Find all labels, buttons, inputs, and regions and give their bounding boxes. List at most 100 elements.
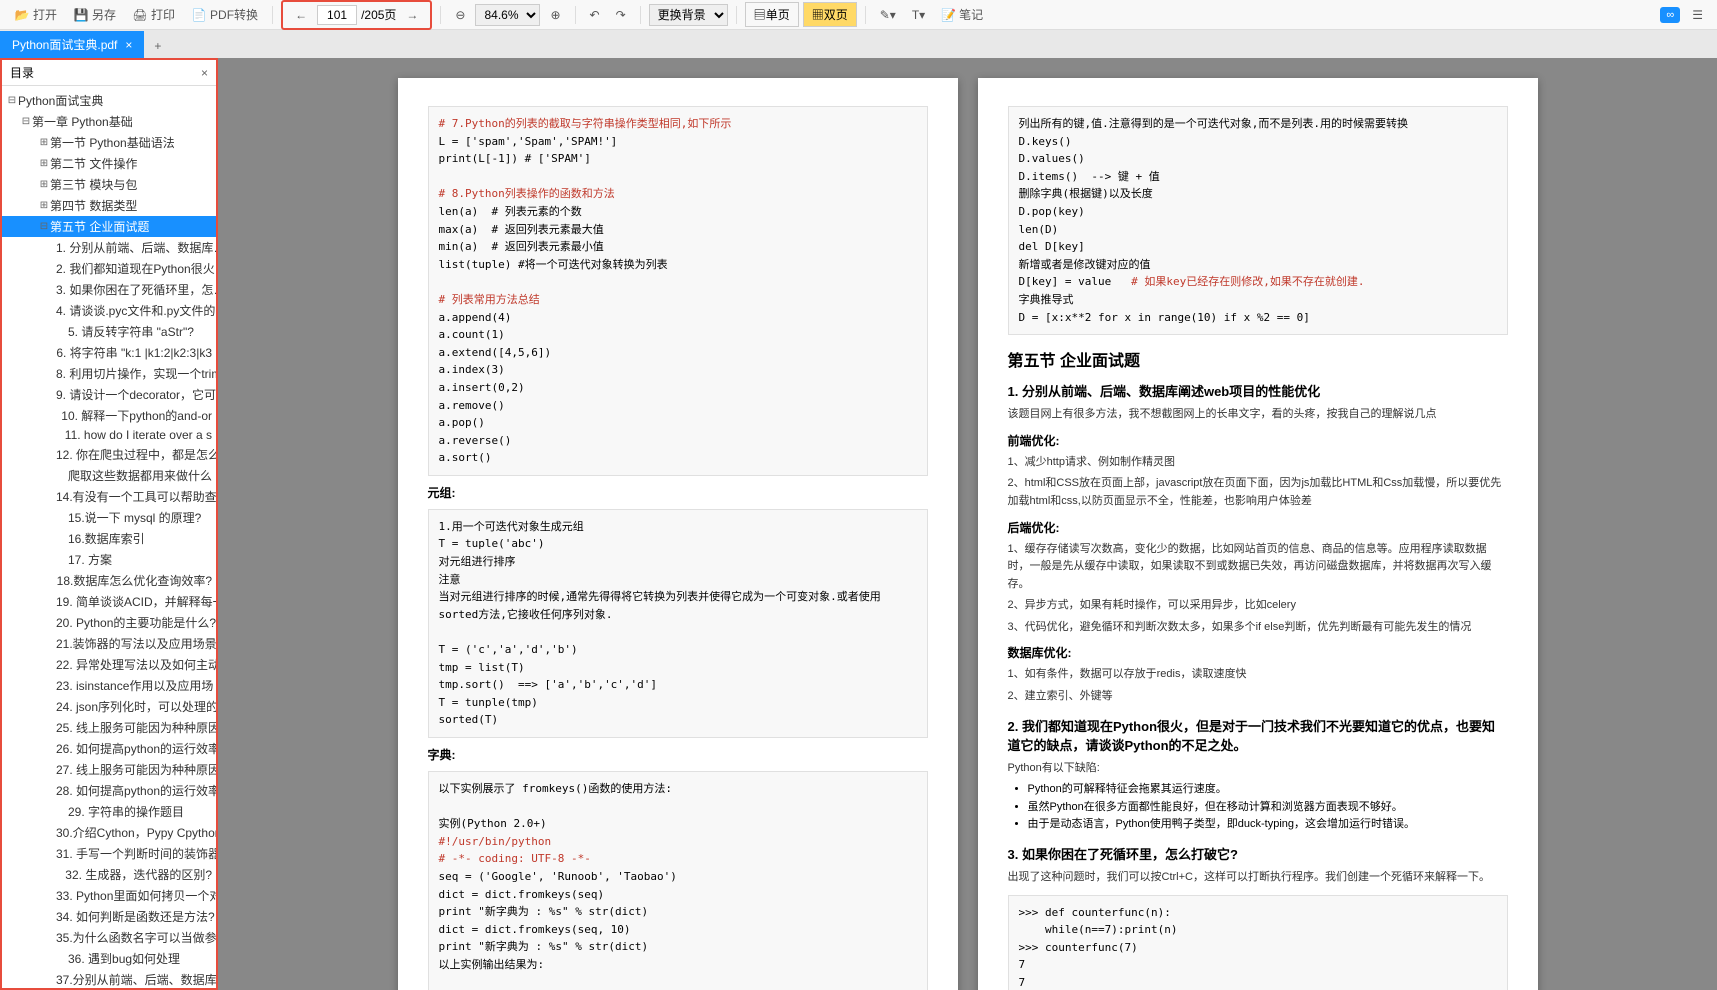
toc-item-label: 爬取这些数据都用来做什么 xyxy=(68,467,212,484)
double-page-button[interactable]: ▦双页 xyxy=(803,2,857,27)
double-page-icon: ▦ xyxy=(812,8,824,22)
toc-item[interactable]: 36. 遇到bug如何处理 xyxy=(2,948,216,969)
toc-item[interactable]: 24. json序列化时，可以处理的 xyxy=(2,696,216,717)
toc-item[interactable]: 8. 利用切片操作，实现一个trim xyxy=(2,363,216,384)
toc-item[interactable]: 28. 如何提高python的运行效率 xyxy=(2,780,216,801)
page-number-input[interactable] xyxy=(317,5,357,25)
toc-item[interactable]: 29. 字符串的操作题目 xyxy=(2,801,216,822)
document-viewer[interactable]: # 7.Python的列表的截取与字符串操作类型相同,如下所示 L = ['sp… xyxy=(218,58,1717,990)
pdf-icon: 📄 xyxy=(191,7,207,23)
text-tool-button[interactable]: T▾ xyxy=(906,4,931,26)
toc-item[interactable]: 37.分别从前端、后端、数据库 xyxy=(2,969,216,988)
toc-item[interactable]: ⊟第五节 企业面试题 xyxy=(2,216,216,237)
toc-item[interactable]: 11. how do I iterate over a s xyxy=(2,426,216,444)
toc-item-label: 第五节 企业面试题 xyxy=(50,218,149,235)
toc-item[interactable]: 爬取这些数据都用来做什么 xyxy=(2,465,216,486)
rotate-right-button[interactable]: ↷ xyxy=(610,4,632,26)
toc-item[interactable]: 3. 如果你困在了死循环里，怎… xyxy=(2,279,216,300)
main-toolbar: 📂打开 💾另存 🖨打印 📄PDF转换 ← /205页 → ⊖ 84.6% ⊕ ↶… xyxy=(0,0,1717,30)
infinity-badge[interactable]: ∞ xyxy=(1660,7,1680,23)
toc-item[interactable]: 14.有没有一个工具可以帮助查 xyxy=(2,486,216,507)
toc-item[interactable]: 27. 线上服务可能因为种种原因 xyxy=(2,759,216,780)
toc-item-label: 21.装饰器的写法以及应用场景 xyxy=(56,635,216,652)
toc-item[interactable]: 19. 简单谈谈ACID，并解释每一 xyxy=(2,591,216,612)
toc-item-label: 11. how do I iterate over a s xyxy=(65,428,212,442)
toc-item[interactable]: 10. 解释一下python的and-or xyxy=(2,405,216,426)
sidebar-close-button[interactable]: × xyxy=(201,66,208,80)
expand-icon[interactable]: ⊞ xyxy=(38,200,50,211)
rotate-left-button[interactable]: ↶ xyxy=(584,4,606,26)
toc-item[interactable]: 23. isinstance作用以及应用场 xyxy=(2,675,216,696)
toc-item[interactable]: 21.装饰器的写法以及应用场景 xyxy=(2,633,216,654)
zoom-select[interactable]: 84.6% xyxy=(475,4,540,26)
expand-icon[interactable]: ⊞ xyxy=(38,179,50,190)
total-pages-label: /205页 xyxy=(361,6,396,23)
toc-item[interactable]: 31. 手写一个判断时间的装饰器 xyxy=(2,843,216,864)
toc-item[interactable]: ⊞第三节 模块与包 xyxy=(2,174,216,195)
tab-close-button[interactable]: × xyxy=(125,38,132,52)
toc-item[interactable]: 18.数据库怎么优化查询效率? xyxy=(2,570,216,591)
toc-item-label: 9. 请设计一个decorator，它可 xyxy=(56,386,216,403)
toc-item-label: 34. 如何判断是函数还是方法? xyxy=(56,908,215,925)
toc-item[interactable]: 5. 请反转字符串 "aStr"? xyxy=(2,321,216,342)
toc-item-label: 29. 字符串的操作题目 xyxy=(68,803,184,820)
expand-icon[interactable]: ⊞ xyxy=(38,137,50,148)
pdf-convert-button[interactable]: 📄PDF转换 xyxy=(185,2,264,27)
table-of-contents[interactable]: ⊟Python面试宝典⊟第一章 Python基础⊞第一节 Python基础语法⊞… xyxy=(2,86,216,988)
zoom-out-button[interactable]: ⊖ xyxy=(449,4,471,26)
toc-item[interactable]: 1. 分别从前端、后端、数据库… xyxy=(2,237,216,258)
toc-item[interactable]: 2. 我们都知道现在Python很火 xyxy=(2,258,216,279)
expand-icon[interactable]: ⊟ xyxy=(6,95,18,106)
toc-item-label: 18.数据库怎么优化查询效率? xyxy=(57,572,212,589)
toc-item-label: 28. 如何提高python的运行效率 xyxy=(56,782,216,799)
menu-button[interactable]: ☰ xyxy=(1686,4,1709,26)
toc-item[interactable]: 6. 将字符串 "k:1 |k1:2|k2:3|k3 xyxy=(2,342,216,363)
toc-item[interactable]: 25. 线上服务可能因为种种原因 xyxy=(2,717,216,738)
toc-item-label: 16.数据库索引 xyxy=(68,530,145,547)
toc-item[interactable]: ⊞第四节 数据类型 xyxy=(2,195,216,216)
toc-item-label: 12. 你在爬虫过程中，都是怎么 xyxy=(56,446,216,463)
toc-item[interactable]: 34. 如何判断是函数还是方法? xyxy=(2,906,216,927)
section-5-heading: 第五节 企业面试题 xyxy=(1008,347,1508,371)
toc-item[interactable]: ⊟第一章 Python基础 xyxy=(2,111,216,132)
page-right: 列出所有的键,值.注意得到的是一个可迭代对象,而不是列表.用的时候需要转换 D.… xyxy=(978,78,1538,990)
prev-page-button[interactable]: ← xyxy=(289,4,313,26)
toc-item[interactable]: 9. 请设计一个decorator，它可 xyxy=(2,384,216,405)
highlight-button[interactable]: ✎▾ xyxy=(874,4,902,26)
save-as-button[interactable]: 💾另存 xyxy=(67,2,122,27)
toc-item[interactable]: 33. Python里面如何拷贝一个对 xyxy=(2,885,216,906)
toc-item[interactable]: 15.说一下 mysql 的原理? xyxy=(2,507,216,528)
background-select[interactable]: 更换背景 xyxy=(649,4,728,26)
document-tab[interactable]: Python面试宝典.pdf × xyxy=(0,31,144,58)
note-button[interactable]: 📝笔记 xyxy=(935,2,989,27)
toc-item[interactable]: ⊞第二节 文件操作 xyxy=(2,153,216,174)
toc-item[interactable]: ⊟Python面试宝典 xyxy=(2,90,216,111)
next-page-button[interactable]: → xyxy=(400,4,424,26)
expand-icon[interactable]: ⊟ xyxy=(20,116,32,127)
expand-icon[interactable]: ⊞ xyxy=(38,158,50,169)
toc-item[interactable]: 17. 方案 xyxy=(2,549,216,570)
expand-icon[interactable]: ⊟ xyxy=(38,221,50,232)
toc-item-label: 第三节 模块与包 xyxy=(50,176,137,193)
add-tab-button[interactable]: + xyxy=(144,34,171,58)
zoom-in-button[interactable]: ⊕ xyxy=(544,4,566,26)
toc-item[interactable]: 4. 请谈谈.pyc文件和.py文件的 xyxy=(2,300,216,321)
single-page-button[interactable]: ▤单页 xyxy=(745,2,799,27)
outline-sidebar: 目录 × ⊟Python面试宝典⊟第一章 Python基础⊞第一节 Python… xyxy=(0,58,218,990)
toc-item[interactable]: 16.数据库索引 xyxy=(2,528,216,549)
q1-heading: 1. 分别从前端、后端、数据库阐述web项目的性能优化 xyxy=(1008,381,1508,400)
toc-item[interactable]: 22. 异常处理写法以及如何主动 xyxy=(2,654,216,675)
toc-item[interactable]: 30.介绍Cython，Pypy Cpython xyxy=(2,822,216,843)
open-button[interactable]: 📂打开 xyxy=(8,2,63,27)
toc-item[interactable]: ⊞第一节 Python基础语法 xyxy=(2,132,216,153)
toc-item-label: 3. 如果你困在了死循环里，怎… xyxy=(56,281,216,298)
save-icon: 💾 xyxy=(73,7,89,23)
toc-item[interactable]: 26. 如何提高python的运行效率 xyxy=(2,738,216,759)
toc-item[interactable]: 32. 生成器，迭代器的区别? xyxy=(2,864,216,885)
toc-item[interactable]: 20. Python的主要功能是什么? xyxy=(2,612,216,633)
q3-heading: 3. 如果你困在了死循环里，怎么打破它? xyxy=(1008,844,1508,863)
toc-item[interactable]: 12. 你在爬虫过程中，都是怎么 xyxy=(2,444,216,465)
print-button[interactable]: 🖨打印 xyxy=(126,2,181,27)
toc-item-label: 24. json序列化时，可以处理的 xyxy=(56,698,216,715)
toc-item[interactable]: 35.为什么函数名字可以当做参 xyxy=(2,927,216,948)
